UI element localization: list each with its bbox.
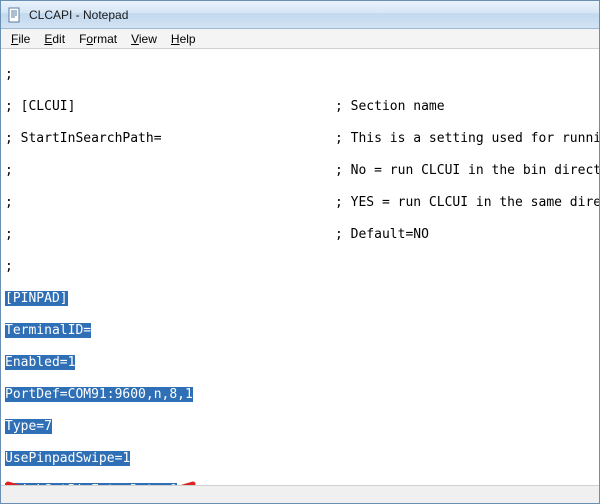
menu-file[interactable]: File — [5, 30, 36, 48]
text-line: ; — [5, 67, 13, 82]
menu-bar: File Edit Format View Help — [1, 29, 599, 49]
text-line: ; StartInSearchPath= — [5, 131, 335, 147]
window-title: CLCAPI - Notepad — [29, 8, 128, 22]
notepad-icon — [7, 7, 23, 23]
comment-text: ; Default=NO — [335, 227, 429, 242]
selected-text: QuickSetPinEntryData=0 — [5, 483, 177, 485]
text-line: ; — [5, 227, 335, 243]
selected-text: UsePinpadSwipe=1 — [5, 451, 130, 466]
selected-text: TerminalID= — [5, 323, 91, 338]
comment-text: ; This is a setting used for runnin — [335, 131, 599, 146]
text-line: ; [CLCUI] — [5, 99, 335, 115]
text-line: ; — [5, 195, 335, 211]
selected-text: Type=7 — [5, 419, 52, 434]
comment-text: ; No = run CLCUI in the bin directo — [335, 163, 599, 178]
editor-content[interactable]: ; ; [CLCUI]; Section name ; StartInSearc… — [1, 49, 599, 485]
comment-text: ; Section name — [335, 99, 445, 114]
selected-text: PortDef=COM91:9600,n,8,1 — [5, 387, 193, 402]
text-editor[interactable]: ; ; [CLCUI]; Section name ; StartInSearc… — [1, 49, 599, 485]
text-line: ; — [5, 259, 13, 274]
selected-text: Enabled=1 — [5, 355, 75, 370]
menu-format[interactable]: Format — [73, 30, 123, 48]
status-bar — [1, 485, 599, 503]
selected-text: [PINPAD] — [5, 291, 68, 306]
menu-view[interactable]: View — [125, 30, 163, 48]
comment-text: ; YES = run CLCUI in the same direc — [335, 195, 599, 210]
notepad-window: CLCAPI - Notepad File Edit Format View H… — [0, 0, 600, 504]
menu-edit[interactable]: Edit — [38, 30, 71, 48]
title-bar: CLCAPI - Notepad — [1, 1, 599, 29]
menu-help[interactable]: Help — [165, 30, 202, 48]
text-line: ; — [5, 163, 335, 179]
